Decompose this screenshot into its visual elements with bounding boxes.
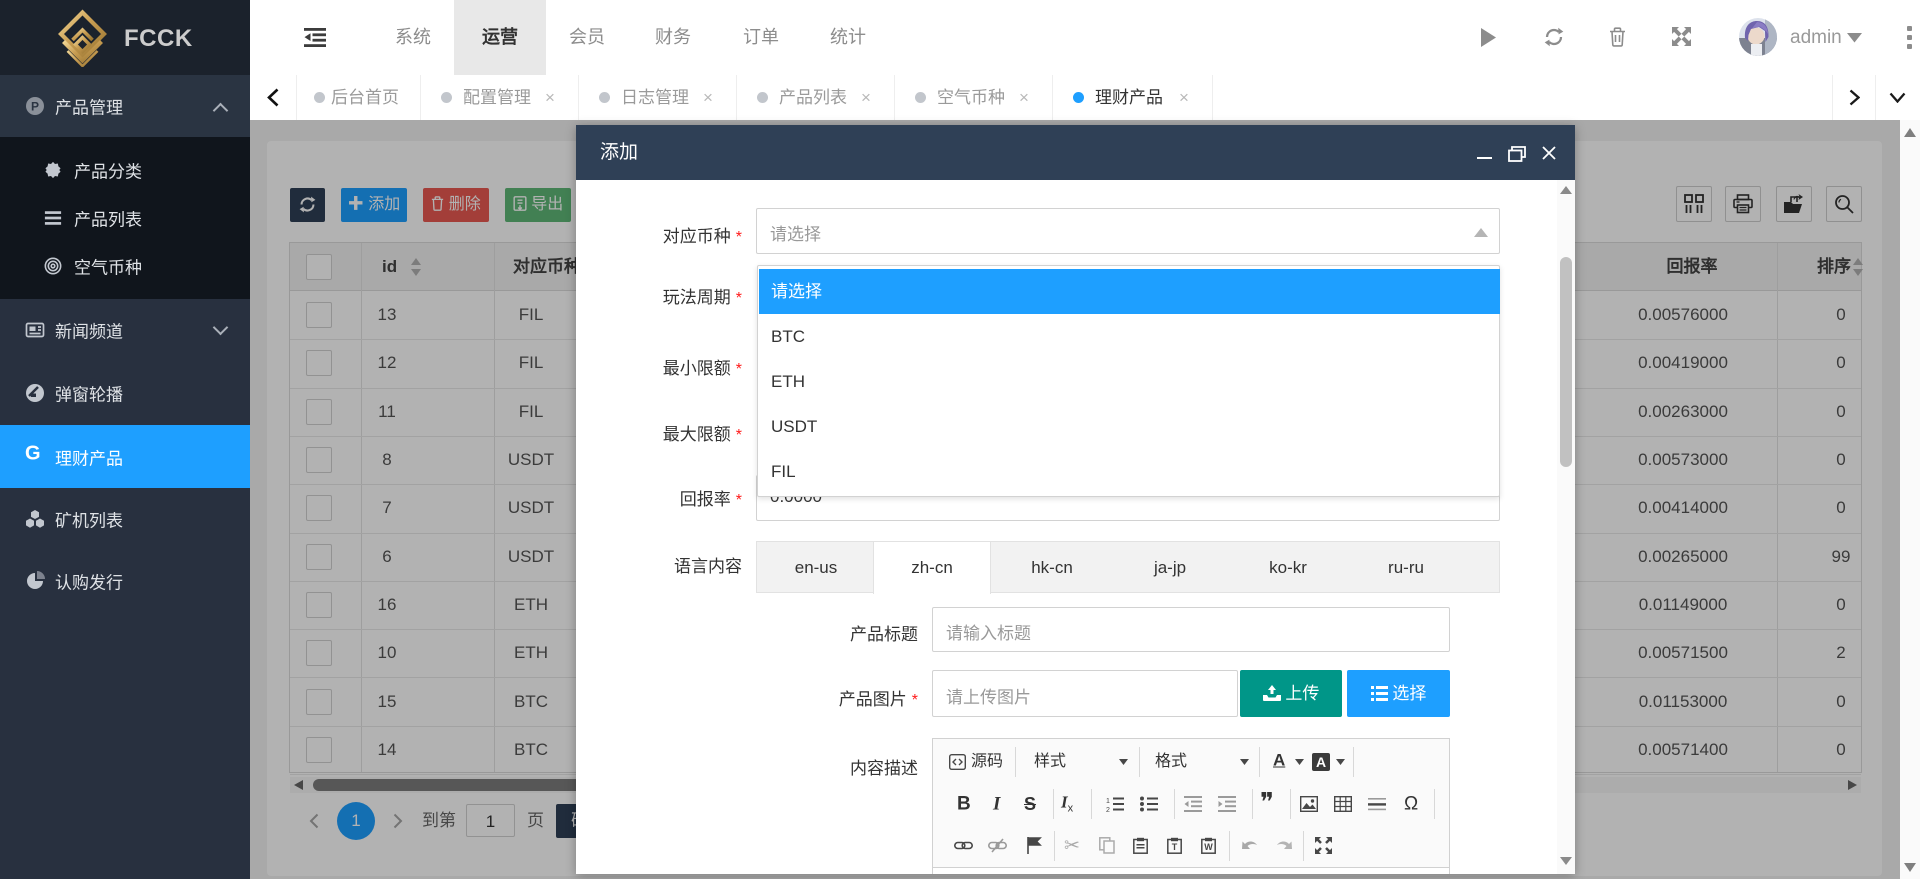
svg-text:W: W	[1204, 842, 1213, 852]
svg-text:T: T	[1172, 842, 1178, 852]
svg-text:1: 1	[1106, 798, 1110, 805]
svg-text:2: 2	[1106, 807, 1110, 812]
svg-text:P: P	[31, 100, 39, 114]
